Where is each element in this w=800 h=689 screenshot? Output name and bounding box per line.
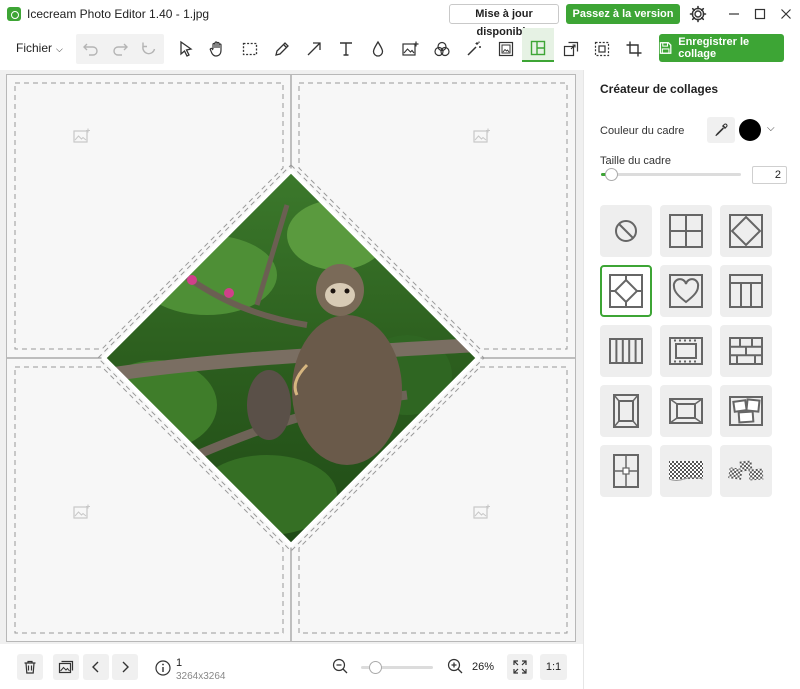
eyedropper-icon[interactable] [707,117,735,143]
template-heart[interactable] [660,265,712,317]
template-checker-scattered[interactable] [720,445,772,497]
template-diamond-corners[interactable] [600,265,652,317]
crop-icon[interactable] [621,36,647,62]
zoom-in-icon[interactable] [446,657,464,675]
stamp-icon[interactable] [589,36,615,62]
collage-canvas[interactable] [6,74,576,642]
image-dimensions: 3264x3264 [176,671,226,682]
chevron-right-icon [122,661,129,673]
chevron-down-icon: ⌵ [56,44,63,54]
previous-button[interactable] [83,654,109,680]
hand-icon[interactable] [204,36,230,62]
title-bar: Icecream Photo Editor 1.40 - 1.jpg Mise … [0,0,800,40]
template-grid-4[interactable] [660,205,712,257]
magic-wand-icon[interactable] [461,36,487,62]
file-menu[interactable]: Fichier ⌵ [16,41,63,55]
images-icon [58,660,74,674]
frame-size-slider-thumb[interactable] [604,168,618,181]
upgrade-pro-button[interactable]: Passez à la version PRO [566,4,680,40]
fit-screen-icon [513,660,527,674]
fit-screen-button[interactable] [507,654,533,680]
drop-icon[interactable] [365,36,391,62]
frame-size-slider[interactable] [601,168,741,181]
template-tilted-photos[interactable] [720,385,772,437]
app-logo-icon [7,7,21,21]
sloth-photo[interactable] [97,165,487,555]
text-icon[interactable] [333,36,359,62]
save-collage-label: Enregistrer le collage [678,36,750,60]
maximize-icon[interactable] [750,4,770,24]
pencil-icon[interactable] [269,36,295,62]
file-menu-label: Fichier [16,41,53,55]
frame-color-dropdown[interactable]: ⌵ [739,117,787,143]
delete-button[interactable] [17,654,43,680]
next-button[interactable] [112,654,138,680]
page-number: 1 [176,657,183,669]
template-none[interactable] [600,205,652,257]
arrow-icon[interactable] [301,36,327,62]
zoom-out-icon[interactable] [331,657,349,675]
settings-gear-icon[interactable] [688,4,708,24]
actual-size-button[interactable]: 1:1 [540,654,567,680]
template-framed-center[interactable] [660,385,712,437]
redo-icon[interactable] [107,36,133,62]
frame-color-swatch [739,119,761,141]
main-toolbar: Fichier ⌵ Enregistrer le collage [0,28,800,70]
info-icon[interactable] [154,659,172,677]
empty-cell-image-icon[interactable] [473,504,491,520]
zoom-level: 26% [472,661,495,673]
save-icon [659,42,672,54]
frame-size-label: Taille du cadre [600,155,671,167]
update-available-button[interactable]: Mise à jour disponible [449,4,559,38]
window-title: Icecream Photo Editor 1.40 - 1.jpg [27,7,210,21]
template-five-columns[interactable] [600,325,652,377]
trash-icon [24,660,36,674]
zoom-slider[interactable] [361,661,433,674]
frame-color-label: Couleur du cadre [600,125,685,137]
zoom-slider-thumb[interactable] [368,661,382,674]
empty-cell-image-icon[interactable] [73,128,91,144]
close-icon[interactable] [776,4,796,24]
resize-icon[interactable] [558,36,584,62]
add-image-icon[interactable] [397,36,423,62]
color-filters-icon[interactable] [429,36,455,62]
template-checker-strip[interactable] [660,445,712,497]
collage-panel: Créateur de collages Couleur du cadre ⌵ … [583,70,800,689]
template-split-vertical[interactable] [600,445,652,497]
status-bar: 1 3264x3264 26% 1:1 [0,644,583,689]
empty-cell-image-icon[interactable] [73,504,91,520]
frame-size-input[interactable]: 2 [752,166,787,184]
checker-scattered-preview [728,460,764,481]
template-framed-vertical[interactable] [600,385,652,437]
reset-icon[interactable] [136,36,162,62]
canvas-area[interactable] [0,70,583,644]
collage-tool-icon[interactable] [522,28,554,62]
undo-icon[interactable] [78,36,104,62]
select-cursor-icon[interactable] [173,36,199,62]
frame-icon[interactable] [493,36,519,62]
template-film-strip[interactable] [660,325,712,377]
checker-strip-preview [668,461,704,481]
template-diamond[interactable] [720,205,772,257]
template-three-columns-header[interactable] [720,265,772,317]
gallery-button[interactable] [53,654,79,680]
chevron-left-icon [92,661,99,673]
rectangle-select-icon[interactable] [237,36,263,62]
collage-layout [7,75,575,641]
save-collage-button[interactable]: Enregistrer le collage [659,34,784,62]
panel-title: Créateur de collages [600,82,719,96]
template-bricks[interactable] [720,325,772,377]
empty-cell-image-icon[interactable] [473,128,491,144]
chevron-down-icon: ⌵ [767,123,775,134]
minimize-icon[interactable] [724,4,744,24]
